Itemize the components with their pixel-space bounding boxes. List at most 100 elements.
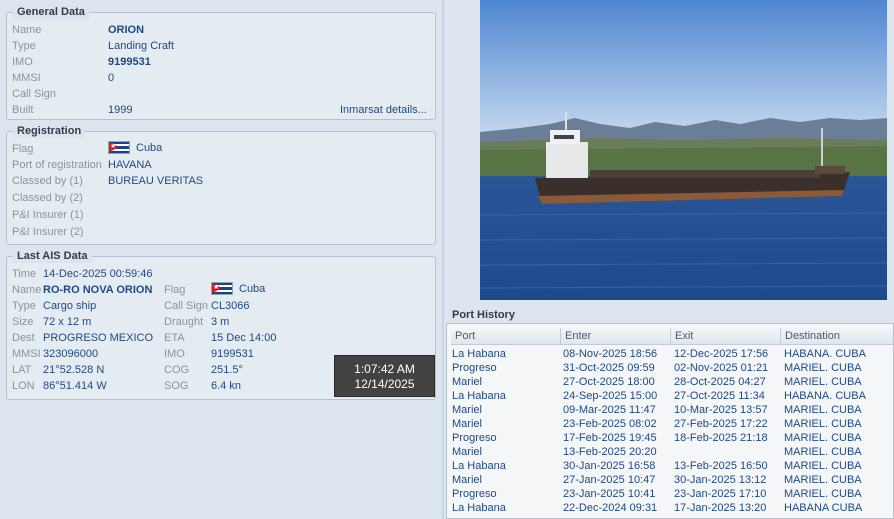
vessel-imo: 9199531 (108, 56, 151, 68)
table-row[interactable]: La Habana 22-Dec-2024 09:31 17-Jan-2025 13… (451, 501, 893, 515)
ais-lat-label: LAT (12, 364, 32, 376)
cell-exit: 30-Jan-2025 13:12 (674, 474, 767, 486)
classed-by-2-label: Classed by (2) (12, 192, 83, 204)
vessel-details-panel: General Data Name ORION Type Landing Cra… (0, 0, 442, 519)
ais-cog: 251.5° (211, 364, 243, 376)
ais-dest: PROGRESO MEXICO (43, 332, 154, 344)
table-row[interactable]: La Habana 08-Nov-2025 18:56 12-Dec-2025 17… (451, 347, 893, 361)
column-header-exit[interactable]: Exit (671, 328, 781, 345)
cell-port: La Habana (452, 390, 506, 402)
ais-callsign-label: Call Sign (164, 300, 209, 312)
panel-divider[interactable] (442, 0, 444, 519)
cell-port: Mariel (452, 376, 482, 388)
table-row[interactable]: Progreso 17-Feb-2025 19:45 18-Feb-2025 21:… (451, 431, 893, 445)
cell-exit: 18-Feb-2025 21:18 (674, 432, 768, 444)
cell-exit: 13-Feb-2025 16:50 (674, 460, 768, 472)
pi-insurer-2-label: P&I Insurer (2) (12, 226, 84, 238)
table-row[interactable]: Mariel 27-Oct-2025 18:00 28-Oct-2025 04:27… (451, 375, 893, 389)
cell-port: Mariel (452, 474, 482, 486)
registration-flag-country: Cuba (136, 142, 163, 154)
ais-flag-country: Cuba (239, 283, 266, 295)
cell-port: Mariel (452, 446, 482, 458)
cell-destination: MARIEL. CUBA (784, 488, 862, 500)
table-row[interactable]: Mariel 23-Feb-2025 08:02 27-Feb-2025 17:22… (451, 417, 893, 431)
cell-exit: 28-Oct-2025 04:27 (674, 376, 766, 388)
port-of-registration-label: Port of registration (12, 159, 102, 171)
cell-exit: 27-Feb-2025 17:22 (674, 418, 768, 430)
pi-insurer-1-label: P&I Insurer (1) (12, 209, 84, 221)
cell-destination: MARIEL. CUBA (784, 404, 862, 416)
ais-draught: 3 m (211, 316, 230, 328)
table-row[interactable]: Mariel 13-Feb-2025 20:20 MARIEL. CUBA (451, 445, 893, 459)
cell-enter: 09-Mar-2025 11:47 (563, 404, 656, 416)
port-history-table: Port Enter Exit Destination La Habana 08-… (446, 323, 894, 519)
table-row[interactable]: La Habana 30-Jan-2025 16:58 13-Feb-2025 16… (451, 459, 893, 473)
cell-port: Progreso (452, 432, 497, 444)
cell-enter: 23-Feb-2025 08:02 (563, 418, 657, 430)
column-header-destination[interactable]: Destination (781, 328, 893, 345)
flag-label: Flag (12, 143, 34, 155)
classed-by-1: BUREAU VERITAS (108, 175, 204, 187)
ais-name: RO-RO NOVA ORION (43, 284, 153, 296)
column-header-port[interactable]: Port (451, 328, 561, 345)
cell-port: Progreso (452, 488, 497, 500)
table-row[interactable]: Progreso 31-Oct-2025 09:59 02-Nov-2025 01:… (451, 361, 893, 375)
ais-time-label: Time (12, 268, 37, 280)
vessel-type: Landing Craft (108, 40, 175, 52)
table-row[interactable]: Mariel 09-Mar-2025 11:47 10-Mar-2025 13:57… (451, 403, 893, 417)
cell-enter: 22-Dec-2024 09:31 (563, 502, 658, 514)
ais-flag-label: Flag (164, 284, 186, 296)
callsign-label: Call Sign (12, 88, 57, 100)
ais-flag: ★ Cuba (211, 282, 265, 296)
cell-destination: MARIEL. CUBA (784, 432, 862, 444)
cell-exit: 10-Mar-2025 13:57 (674, 404, 768, 416)
vessel-photo (480, 0, 887, 300)
cell-port: La Habana (452, 502, 506, 514)
ais-name-label: Name (12, 284, 42, 296)
built-label: Built (12, 104, 34, 116)
port-history-title: Port History (452, 309, 515, 321)
ais-imo: 9199531 (211, 348, 254, 360)
cell-port: Mariel (452, 418, 482, 430)
cell-enter: 24-Sep-2025 15:00 (563, 390, 658, 402)
cell-destination: HABANA. CUBA (784, 348, 866, 360)
cell-exit: 23-Jan-2025 17:10 (674, 488, 767, 500)
ais-eta-label: ETA (164, 332, 185, 344)
cell-port: Mariel (452, 404, 482, 416)
port-of-registration: HAVANA (108, 159, 152, 171)
cell-destination: HABANA CUBA (784, 502, 863, 514)
cell-destination: HABANA. CUBA (784, 390, 866, 402)
ais-lat: 21°52.528 N (43, 364, 105, 376)
ais-dest-label: Dest (12, 332, 35, 344)
cell-destination: MARIEL. CUBA (784, 362, 862, 374)
cell-exit: 27-Oct-2025 11:34 (674, 390, 765, 402)
clock-date: 12/14/2025 (354, 377, 415, 391)
ais-time: 14-Dec-2025 00:59:46 (43, 268, 153, 280)
cuba-flag-icon: ★ (211, 282, 233, 295)
table-row[interactable]: Mariel 27-Jan-2025 10:47 30-Jan-2025 13:12… (451, 473, 893, 487)
table-row[interactable]: Progreso 23-Jan-2025 10:41 23-Jan-2025 17:… (451, 487, 893, 501)
last-ais-data-title: Last AIS Data (13, 249, 92, 263)
classed-by-1-label: Classed by (1) (12, 175, 83, 187)
general-data-group: General Data Name ORION Type Landing Cra… (6, 5, 436, 120)
cell-exit: 12-Dec-2025 17:56 (674, 348, 769, 360)
clock-widget: 1:07:42 AM 12/14/2025 (334, 355, 435, 397)
cell-destination: MARIEL. CUBA (784, 460, 862, 472)
ais-type-label: Type (12, 300, 36, 312)
name-label: Name (12, 24, 42, 36)
ais-sog-label: SOG (164, 380, 189, 392)
registration-group: Registration Flag ★ Cuba Port of registr… (6, 124, 436, 245)
cell-port: Progreso (452, 362, 497, 374)
vessel-name: ORION (108, 24, 145, 36)
cell-enter: 27-Jan-2025 10:47 (563, 474, 656, 486)
cell-enter: 30-Jan-2025 16:58 (563, 460, 656, 472)
ais-size-label: Size (12, 316, 34, 328)
inmarsat-details-link[interactable]: Inmarsat details... (340, 103, 427, 117)
column-header-enter[interactable]: Enter (561, 328, 671, 345)
table-row[interactable]: La Habana 24-Sep-2025 15:00 27-Oct-2025 11… (451, 389, 893, 403)
ais-mmsi-label: MMSI (12, 348, 41, 360)
mmsi-label: MMSI (12, 72, 41, 84)
ais-cog-label: COG (164, 364, 190, 376)
cell-destination: MARIEL. CUBA (784, 446, 862, 458)
cell-enter: 31-Oct-2025 09:59 (563, 362, 655, 374)
